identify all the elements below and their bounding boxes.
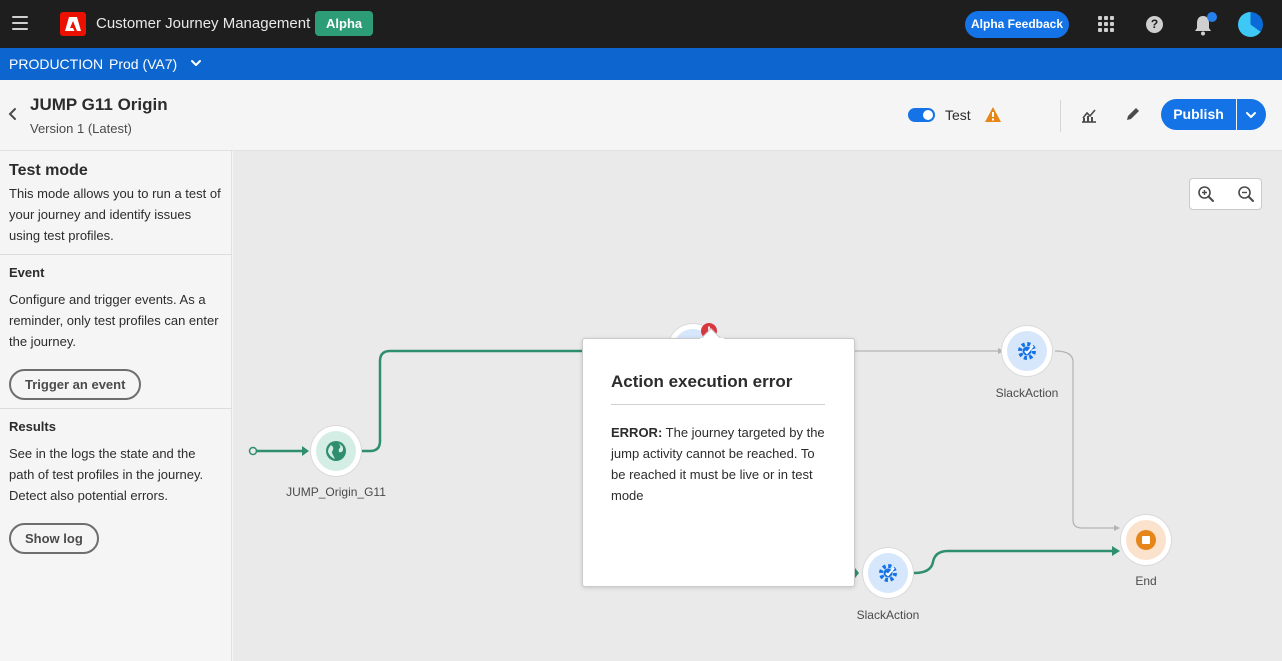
node-slack-action-bottom[interactable] [863, 548, 913, 598]
node-label-end: End [1135, 574, 1157, 588]
node-label-slack-bottom: SlackAction [856, 608, 920, 622]
action-gear-icon [1018, 342, 1036, 360]
zoom-in-icon[interactable] [1197, 185, 1215, 203]
connection-slack-bottom-to-end [913, 549, 1114, 575]
popover-message: ERROR: The journey targeted by the jump … [611, 422, 829, 506]
error-prefix: ERROR: [611, 425, 663, 440]
connection-origin-to-jump [362, 349, 590, 453]
node-origin[interactable] [311, 426, 361, 476]
node-label-slack-top: SlackAction [995, 386, 1059, 400]
node-label-origin: JUMP_Origin_G11 [286, 485, 386, 499]
globe-icon [326, 441, 346, 461]
arrow-head [302, 446, 309, 456]
node-slack-action-top[interactable] [1002, 326, 1052, 376]
connection-slack-top-to-end [1054, 350, 1116, 529]
arrow-head [1114, 525, 1120, 531]
action-gear-icon [879, 564, 897, 582]
stop-icon [1136, 530, 1156, 550]
node-end[interactable] [1121, 515, 1171, 565]
zoom-out-icon[interactable] [1237, 185, 1255, 203]
arrow-head [1112, 546, 1120, 556]
arrow-head [855, 568, 859, 578]
popover-divider [611, 404, 825, 405]
entry-point [248, 446, 258, 456]
popover-title: Action execution error [611, 372, 793, 391]
